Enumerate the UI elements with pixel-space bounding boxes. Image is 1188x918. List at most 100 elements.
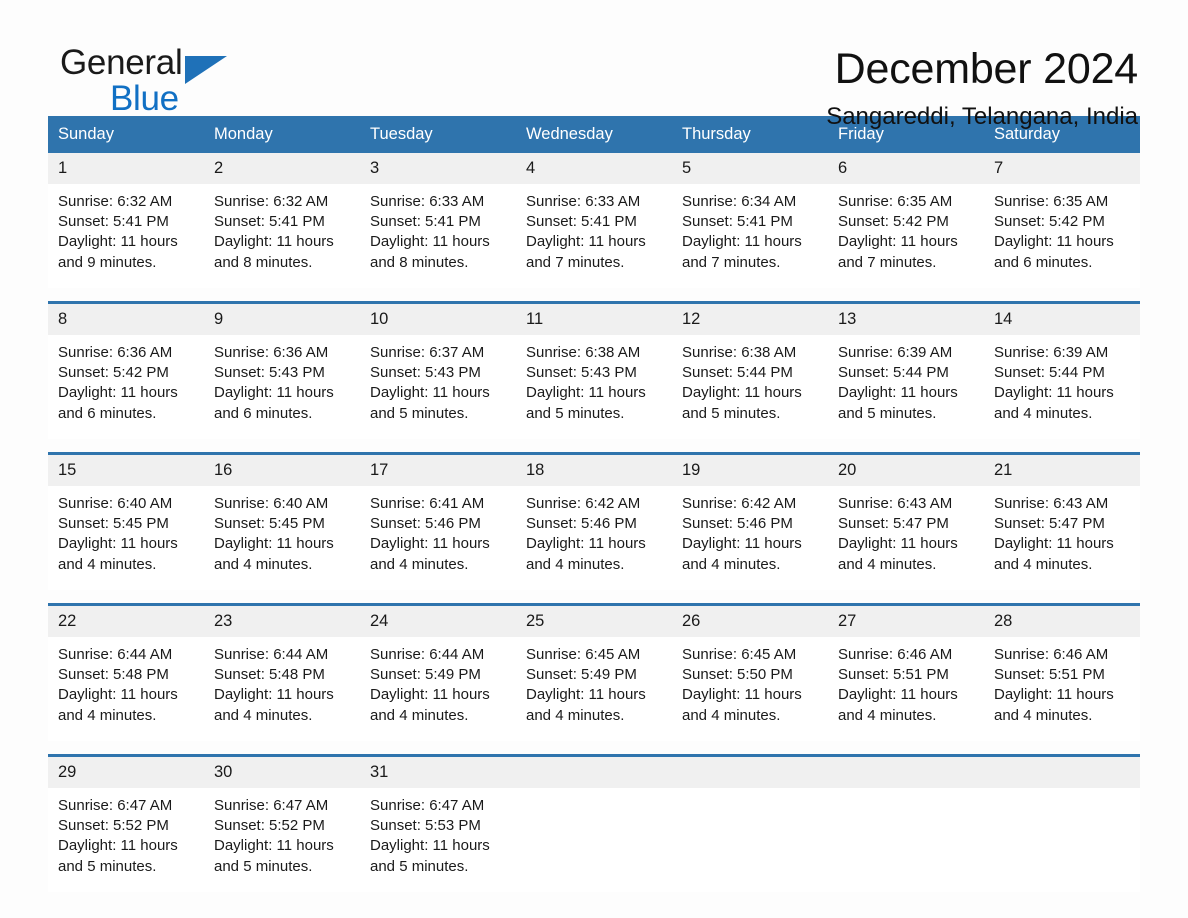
day-number[interactable]: 28 (984, 606, 1140, 637)
day-cell[interactable]: Sunrise: 6:43 AM Sunset: 5:47 PM Daylight:… (984, 486, 1140, 590)
day-cell[interactable]: Sunrise: 6:43 AM Sunset: 5:47 PM Daylight:… (828, 486, 984, 590)
sunrise-text: Sunrise: 6:41 AM (370, 495, 485, 512)
sunrise-text: Sunrise: 6:33 AM (370, 193, 485, 210)
day-number[interactable]: 30 (204, 757, 360, 788)
day-cell[interactable]: Sunrise: 6:46 AM Sunset: 5:51 PM Daylight:… (984, 637, 1140, 741)
day-number[interactable]: 22 (48, 606, 204, 637)
day-cell[interactable]: Sunrise: 6:35 AM Sunset: 5:42 PM Daylight:… (828, 184, 984, 288)
day-cell[interactable]: Sunrise: 6:45 AM Sunset: 5:50 PM Daylight:… (672, 637, 828, 741)
sunset-text: Sunset: 5:41 PM (370, 213, 481, 231)
day-cell[interactable]: Sunrise: 6:44 AM Sunset: 5:49 PM Daylight:… (360, 637, 516, 741)
day-cell[interactable]: Sunrise: 6:42 AM Sunset: 5:46 PM Daylight:… (672, 486, 828, 590)
day-number[interactable]: 20 (828, 455, 984, 486)
day-number[interactable]: 16 (204, 455, 360, 486)
daylight-text: Daylight: 11 hours and 6 minutes. (58, 384, 178, 422)
weekday-header-friday: Friday (838, 125, 884, 143)
day-cell[interactable]: Sunrise: 6:39 AM Sunset: 5:44 PM Daylight:… (984, 335, 1140, 439)
day-cell[interactable]: Sunrise: 6:34 AM Sunset: 5:41 PM Daylight:… (672, 184, 828, 288)
generalblue-logo[interactable]: General Blue (48, 44, 238, 116)
sunset-text: Sunset: 5:53 PM (370, 817, 481, 835)
day-number[interactable]: 8 (48, 304, 204, 335)
sunrise-text: Sunrise: 6:35 AM (838, 193, 953, 210)
sunset-text: Sunset: 5:43 PM (526, 364, 637, 382)
sunrise-text: Sunrise: 6:46 AM (838, 646, 953, 663)
day-cell[interactable]: Sunrise: 6:44 AM Sunset: 5:48 PM Daylight:… (204, 637, 360, 741)
day-number[interactable]: 27 (828, 606, 984, 637)
day-number[interactable]: 7 (984, 153, 1140, 184)
day-cell[interactable]: Sunrise: 6:47 AM Sunset: 5:53 PM Daylight:… (360, 788, 516, 892)
day-detail-band: Sunrise: 6:40 AM Sunset: 5:45 PM Daylight:… (48, 486, 1140, 590)
day-cell[interactable]: Sunrise: 6:40 AM Sunset: 5:45 PM Daylight:… (48, 486, 204, 590)
day-number[interactable]: 19 (672, 455, 828, 486)
sunset-text: Sunset: 5:48 PM (58, 666, 169, 684)
day-cell[interactable]: Sunrise: 6:47 AM Sunset: 5:52 PM Daylight:… (204, 788, 360, 892)
calendar-week-row: 8 9 10 11 12 13 14 Sunrise: 6:36 AM Sunset: 5:42… (48, 301, 1140, 439)
sunrise-text: Sunrise: 6:33 AM (526, 193, 641, 210)
logo-text-blue: Blue (110, 79, 179, 118)
day-number[interactable]: 29 (48, 757, 204, 788)
day-cell[interactable]: Sunrise: 6:41 AM Sunset: 5:46 PM Daylight:… (360, 486, 516, 590)
day-number[interactable]: 12 (672, 304, 828, 335)
daylight-text: Daylight: 11 hours and 4 minutes. (214, 686, 334, 724)
day-number[interactable]: 15 (48, 455, 204, 486)
sunrise-text: Sunrise: 6:34 AM (682, 193, 797, 210)
day-number[interactable]: 9 (204, 304, 360, 335)
day-cell[interactable]: Sunrise: 6:47 AM Sunset: 5:52 PM Daylight:… (48, 788, 204, 892)
daylight-text: Daylight: 11 hours and 4 minutes. (994, 686, 1114, 724)
day-number[interactable]: 11 (516, 304, 672, 335)
day-number[interactable]: 25 (516, 606, 672, 637)
day-number[interactable]: 17 (360, 455, 516, 486)
day-cell[interactable]: Sunrise: 6:36 AM Sunset: 5:43 PM Daylight:… (204, 335, 360, 439)
day-cell[interactable]: Sunrise: 6:37 AM Sunset: 5:43 PM Daylight:… (360, 335, 516, 439)
page-title: December 2024 (834, 45, 1139, 93)
day-cell[interactable]: Sunrise: 6:32 AM Sunset: 5:41 PM Daylight:… (48, 184, 204, 288)
day-number[interactable]: 18 (516, 455, 672, 486)
day-number[interactable]: 6 (828, 153, 984, 184)
day-cell[interactable]: Sunrise: 6:39 AM Sunset: 5:44 PM Daylight:… (828, 335, 984, 439)
daylight-text: Daylight: 11 hours and 4 minutes. (994, 384, 1114, 422)
day-number[interactable]: 14 (984, 304, 1140, 335)
sunrise-text: Sunrise: 6:40 AM (58, 495, 173, 512)
day-cell[interactable]: Sunrise: 6:33 AM Sunset: 5:41 PM Daylight:… (360, 184, 516, 288)
sunrise-text: Sunrise: 6:36 AM (58, 344, 173, 361)
sunset-text: Sunset: 5:46 PM (682, 515, 793, 533)
sunrise-text: Sunrise: 6:43 AM (838, 495, 953, 512)
sunset-text: Sunset: 5:51 PM (994, 666, 1105, 684)
day-cell[interactable]: Sunrise: 6:40 AM Sunset: 5:45 PM Daylight:… (204, 486, 360, 590)
daylight-text: Daylight: 11 hours and 8 minutes. (214, 233, 334, 271)
day-detail-band: Sunrise: 6:32 AM Sunset: 5:41 PM Daylight:… (48, 184, 1140, 288)
day-number[interactable]: 5 (672, 153, 828, 184)
day-cell[interactable]: Sunrise: 6:38 AM Sunset: 5:44 PM Daylight:… (672, 335, 828, 439)
daylight-text: Daylight: 11 hours and 5 minutes. (58, 837, 178, 875)
day-cell[interactable]: Sunrise: 6:45 AM Sunset: 5:49 PM Daylight:… (516, 637, 672, 741)
day-number-empty (672, 757, 828, 788)
day-number[interactable]: 31 (360, 757, 516, 788)
day-number[interactable]: 26 (672, 606, 828, 637)
day-number[interactable]: 2 (204, 153, 360, 184)
day-number[interactable]: 23 (204, 606, 360, 637)
day-number[interactable]: 13 (828, 304, 984, 335)
day-cell[interactable]: Sunrise: 6:33 AM Sunset: 5:41 PM Daylight:… (516, 184, 672, 288)
day-cell[interactable]: Sunrise: 6:38 AM Sunset: 5:43 PM Daylight:… (516, 335, 672, 439)
day-cell-empty (984, 788, 1140, 892)
daylight-text: Daylight: 11 hours and 4 minutes. (370, 686, 490, 724)
calendar-grid: Sunday Monday Tuesday Wednesday Thursday Frid… (48, 116, 1140, 892)
day-cell-empty (516, 788, 672, 892)
day-number[interactable]: 4 (516, 153, 672, 184)
calendar-week-row: 1 2 3 4 5 6 7 Sunrise: 6:32 AM Sunset: 5:41 PM Da… (48, 153, 1140, 288)
day-cell[interactable]: Sunrise: 6:42 AM Sunset: 5:46 PM Daylight:… (516, 486, 672, 590)
day-cell[interactable]: Sunrise: 6:36 AM Sunset: 5:42 PM Daylight:… (48, 335, 204, 439)
day-cell[interactable]: Sunrise: 6:32 AM Sunset: 5:41 PM Daylight:… (204, 184, 360, 288)
day-number[interactable]: 21 (984, 455, 1140, 486)
day-cell[interactable]: Sunrise: 6:46 AM Sunset: 5:51 PM Daylight:… (828, 637, 984, 741)
day-number[interactable]: 1 (48, 153, 204, 184)
calendar-week-row: 29 30 31 Sunrise: 6:47 AM Sunset: 5:52 PM Day… (48, 754, 1140, 892)
day-number[interactable]: 10 (360, 304, 516, 335)
sunset-text: Sunset: 5:47 PM (994, 515, 1105, 533)
weekday-header-wednesday: Wednesday (526, 125, 613, 143)
day-cell[interactable]: Sunrise: 6:44 AM Sunset: 5:48 PM Daylight:… (48, 637, 204, 741)
day-number[interactable]: 24 (360, 606, 516, 637)
day-number[interactable]: 3 (360, 153, 516, 184)
sunset-text: Sunset: 5:44 PM (994, 364, 1105, 382)
day-cell[interactable]: Sunrise: 6:35 AM Sunset: 5:42 PM Daylight:… (984, 184, 1140, 288)
